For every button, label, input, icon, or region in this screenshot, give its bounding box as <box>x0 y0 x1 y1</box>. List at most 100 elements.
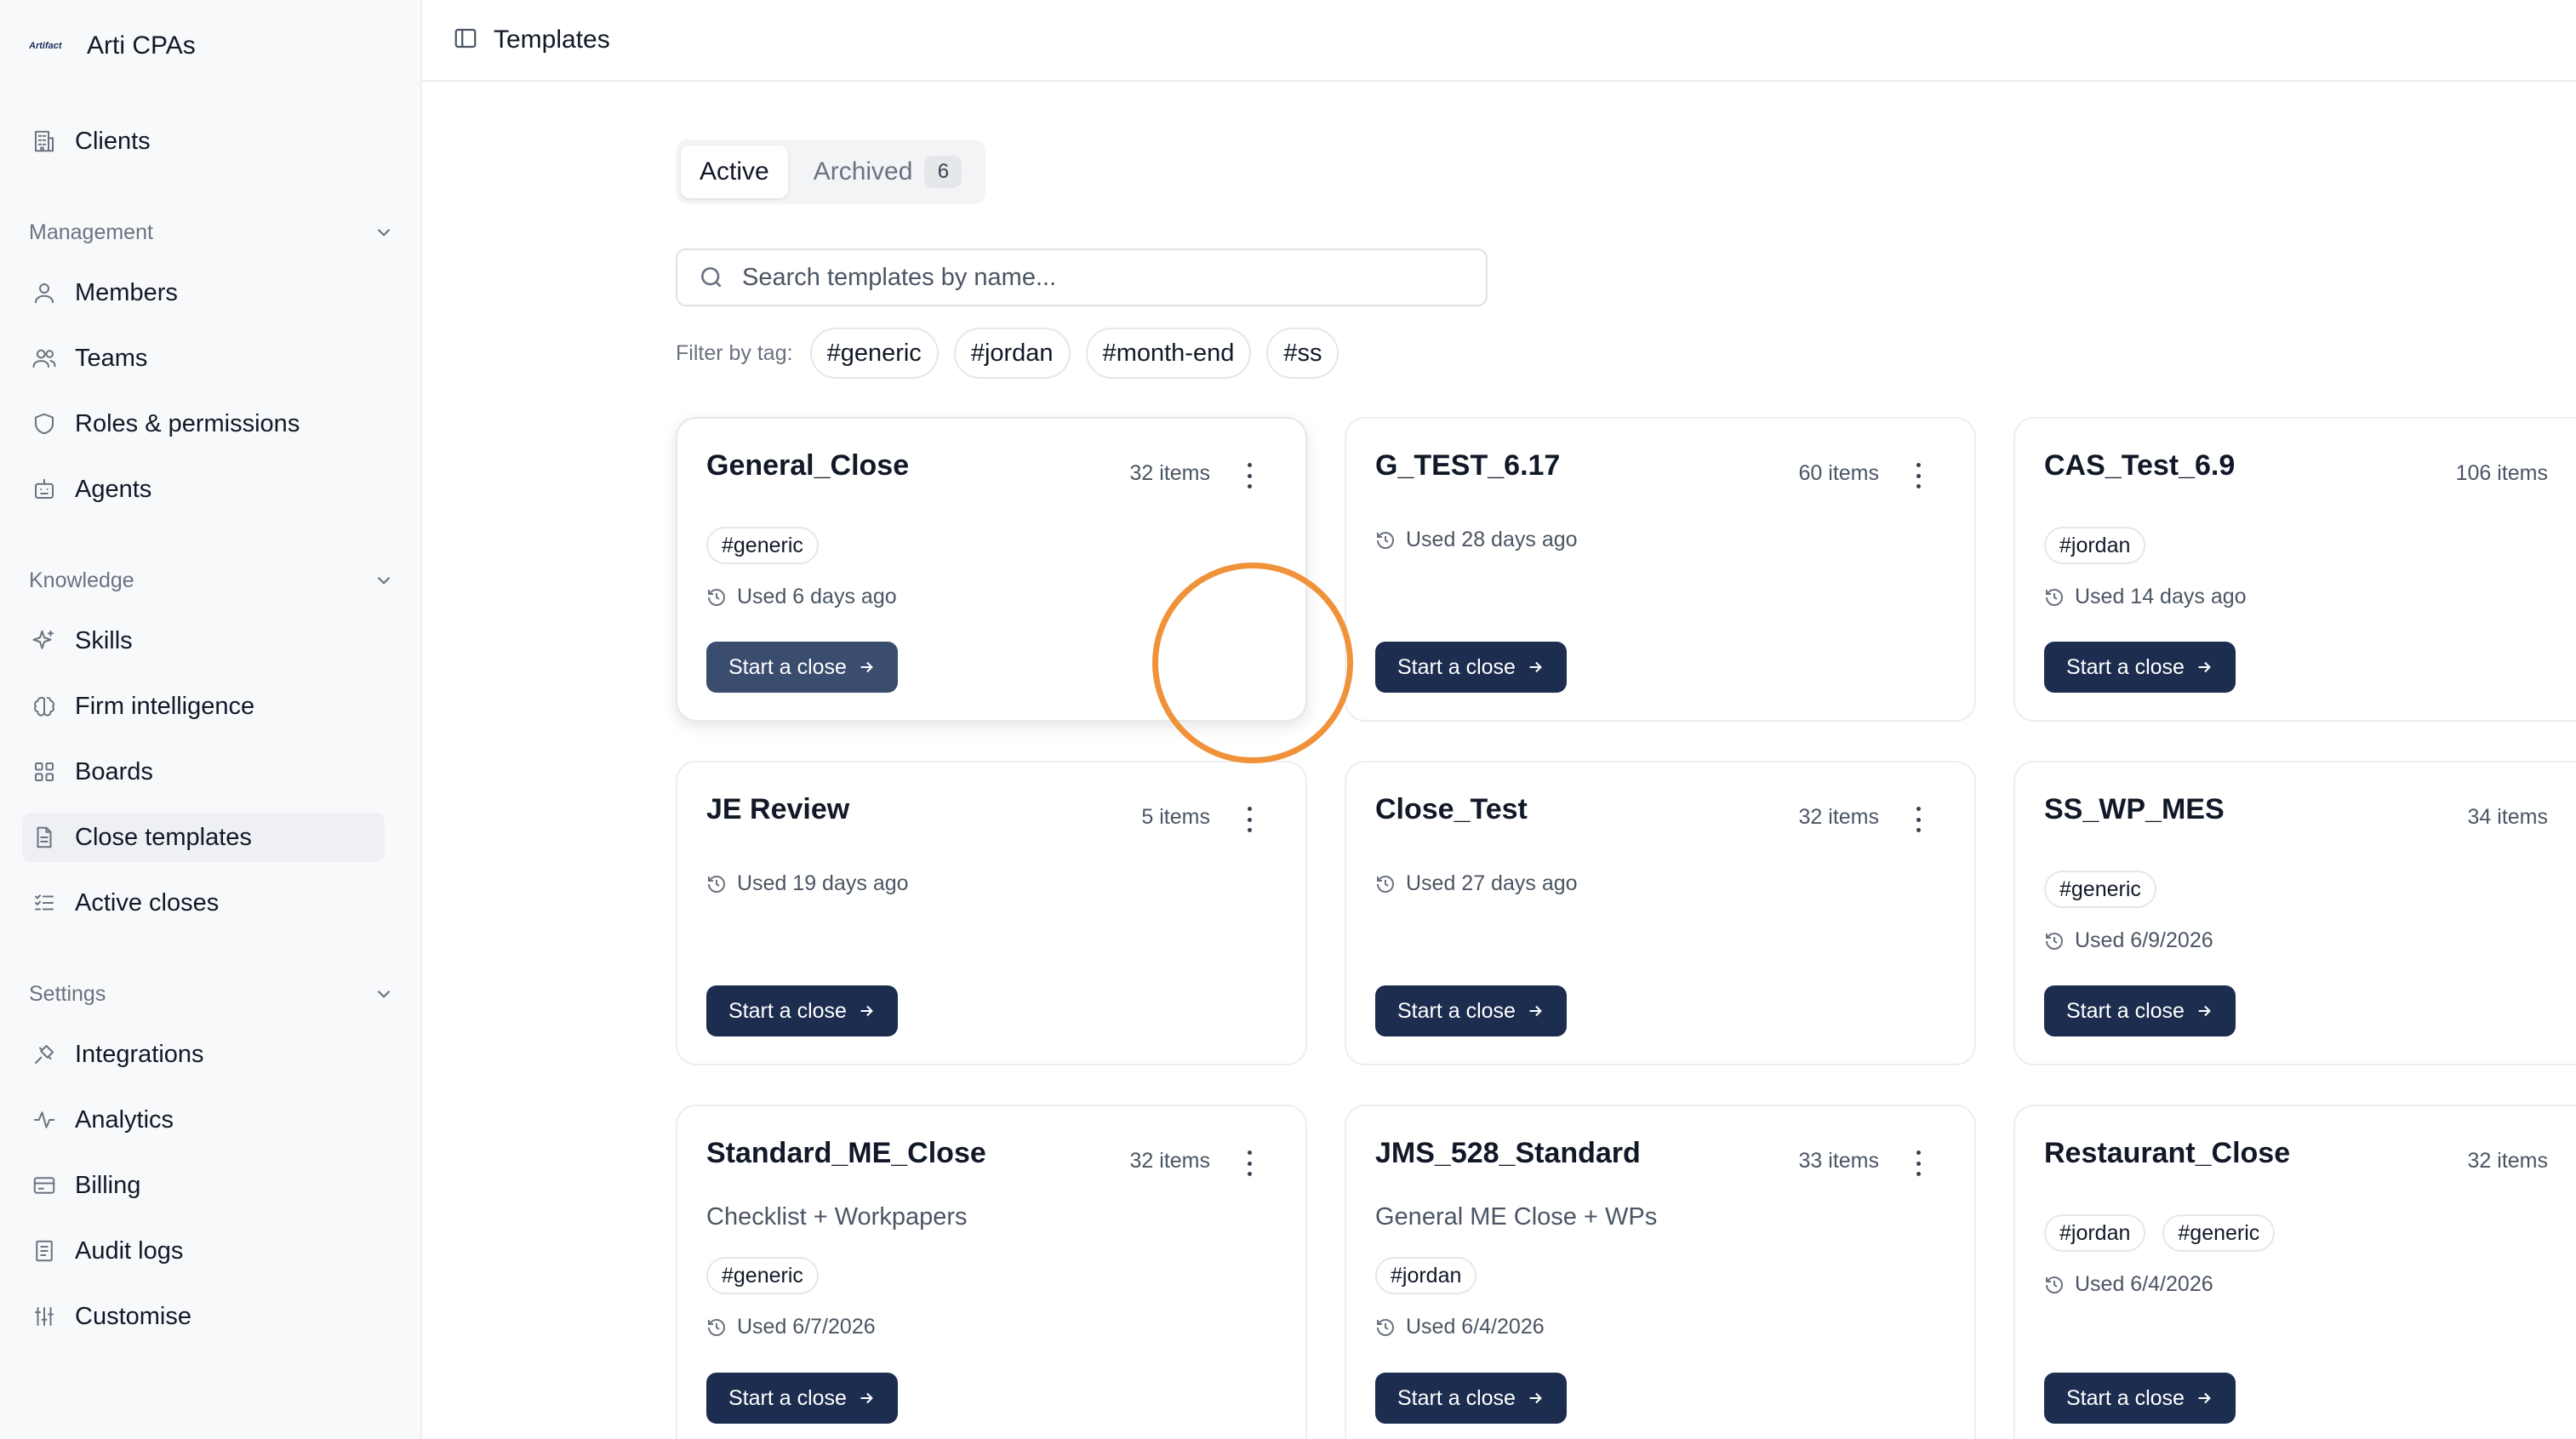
last-used: Used 27 days ago <box>1375 871 1578 896</box>
sidebar-item-clients[interactable]: Clients <box>22 117 385 166</box>
sidebar-item-members[interactable]: Members <box>22 268 385 317</box>
sidebar-toggle-icon[interactable] <box>453 26 478 55</box>
last-used-text: Used 27 days ago <box>1406 871 1578 895</box>
template-card[interactable]: JMS_528_Standard 33 items General ME Clo… <box>1345 1105 1976 1439</box>
tab-active[interactable]: Active <box>681 146 788 198</box>
item-count: 60 items <box>1798 461 1879 485</box>
sidebar-item-roles-permissions[interactable]: Roles & permissions <box>22 399 385 448</box>
start-close-button[interactable]: Start a close <box>1375 642 1567 693</box>
more-options-icon[interactable] <box>1908 1151 1928 1176</box>
more-options-icon[interactable] <box>1239 807 1259 832</box>
sidebar-item-boards[interactable]: Boards <box>22 747 385 797</box>
template-card[interactable]: CAS_Test_6.9 106 items #jordan Used 14 d… <box>2013 417 2576 722</box>
last-used-text: Used 14 days ago <box>2075 585 2247 608</box>
item-count: 33 items <box>1798 1149 1879 1173</box>
user-icon <box>31 279 58 306</box>
last-used: Used 6 days ago <box>706 585 897 609</box>
sidebar-item-skills[interactable]: Skills <box>22 616 385 665</box>
start-close-button[interactable]: Start a close <box>2044 1373 2236 1424</box>
sidebar-item-label: Billing <box>75 1171 141 1199</box>
sidebar-item-audit-logs[interactable]: Audit logs <box>22 1226 385 1276</box>
template-title: G_TEST_6.17 <box>1375 449 1561 482</box>
brand[interactable]: Artifact Arti CPAs <box>29 26 196 66</box>
history-icon <box>1377 875 1394 893</box>
arrow-right-icon <box>1529 1392 1542 1404</box>
arrow-right-icon <box>1529 661 1542 673</box>
sparkles-icon <box>31 627 58 654</box>
archived-count-badge: 6 <box>924 156 962 188</box>
status-tabs: Active Archived 6 <box>676 140 986 204</box>
sidebar-item-label: Customise <box>75 1302 191 1330</box>
card-tag: #jordan <box>1375 1257 1477 1294</box>
grid-icon <box>31 758 58 785</box>
tab-archived[interactable]: Archived 6 <box>795 146 981 198</box>
section-settings-toggle[interactable]: Settings <box>29 977 395 1011</box>
history-icon <box>1377 1318 1394 1336</box>
template-card[interactable]: General_Close 32 items #generic Used 6 d… <box>676 417 1307 722</box>
item-count: 32 items <box>2467 1149 2548 1173</box>
template-title: SS_WP_MES <box>2044 793 2225 825</box>
filter-tag-generic[interactable]: #generic <box>809 328 939 379</box>
section-management-toggle[interactable]: Management <box>29 215 395 249</box>
template-title: General_Close <box>706 449 910 482</box>
last-used-text: Used 19 days ago <box>737 871 909 895</box>
template-title: Standard_ME_Close <box>706 1137 986 1169</box>
start-close-button[interactable]: Start a close <box>2044 642 2236 693</box>
brand-name: Arti CPAs <box>87 31 196 60</box>
log-icon <box>31 1237 58 1265</box>
more-options-icon[interactable] <box>1908 463 1928 488</box>
filter-tag-month-end[interactable]: #month-end <box>1085 328 1252 379</box>
template-title: CAS_Test_6.9 <box>2044 449 2236 482</box>
template-card[interactable]: Standard_ME_Close 32 items Checklist + W… <box>676 1105 1307 1439</box>
button-label: Start a close <box>728 1385 847 1410</box>
sidebar-item-active-closes[interactable]: Active closes <box>22 878 385 928</box>
sidebar-item-customise[interactable]: Customise <box>22 1292 385 1341</box>
start-close-button[interactable]: Start a close <box>706 1373 898 1424</box>
card-tags: #generic <box>706 527 819 564</box>
card-tag: #generic <box>706 527 819 564</box>
more-options-icon[interactable] <box>1908 807 1928 832</box>
start-close-button[interactable]: Start a close <box>706 642 898 693</box>
template-card[interactable]: Close_Test 32 items Used 27 days ago Sta… <box>1345 761 1976 1065</box>
filter-tag-jordan[interactable]: #jordan <box>953 328 1071 379</box>
tab-label: Active <box>700 157 769 186</box>
arrow-right-icon <box>860 661 873 673</box>
template-card[interactable]: SS_WP_MES 34 items #generic Used 6/9/202… <box>2013 761 2576 1065</box>
button-label: Start a close <box>728 654 847 679</box>
sidebar-item-agents[interactable]: Agents <box>22 465 385 514</box>
card-tag: #generic <box>2044 871 2156 908</box>
template-card[interactable]: G_TEST_6.17 60 items Used 28 days ago St… <box>1345 417 1976 722</box>
last-used: Used 6/4/2026 <box>1375 1315 1545 1339</box>
card-tag: #jordan <box>2044 527 2146 564</box>
search-input[interactable] <box>742 263 1474 292</box>
arrow-right-icon <box>860 1005 873 1017</box>
start-close-button[interactable]: Start a close <box>2044 985 2236 1036</box>
chevron-down-icon <box>377 990 391 998</box>
sidebar-item-close-templates[interactable]: Close templates <box>22 813 385 862</box>
sidebar-item-label: Clients <box>75 127 151 155</box>
start-close-button[interactable]: Start a close <box>706 985 898 1036</box>
file-text-icon <box>31 824 58 851</box>
template-title: Close_Test <box>1375 793 1528 825</box>
sidebar-item-integrations[interactable]: Integrations <box>22 1030 385 1079</box>
item-count: 5 items <box>1141 805 1210 829</box>
more-options-icon[interactable] <box>1239 463 1259 488</box>
sidebar-item-firm-intelligence[interactable]: Firm intelligence <box>22 682 385 731</box>
sidebar-item-billing[interactable]: Billing <box>22 1161 385 1210</box>
history-icon <box>708 1318 725 1336</box>
template-card[interactable]: Restaurant_Close 32 items #jordan #generi… <box>2013 1105 2576 1439</box>
card-tag: #generic <box>706 1257 819 1294</box>
last-used-text: Used 6/9/2026 <box>2075 928 2213 952</box>
start-close-button[interactable]: Start a close <box>1375 1373 1567 1424</box>
template-description: Checklist + Workpapers <box>706 1203 968 1231</box>
section-knowledge-toggle[interactable]: Knowledge <box>29 563 395 597</box>
start-close-button[interactable]: Start a close <box>1375 985 1567 1036</box>
card-tags: #jordan #generic <box>2044 1214 2276 1252</box>
last-used-text: Used 6 days ago <box>737 585 897 608</box>
more-options-icon[interactable] <box>1239 1151 1259 1176</box>
history-icon <box>2046 1276 2063 1293</box>
sidebar-item-teams[interactable]: Teams <box>22 334 385 383</box>
sidebar-item-analytics[interactable]: Analytics <box>22 1095 385 1145</box>
filter-tag-ss[interactable]: #ss <box>1266 328 1339 379</box>
template-card[interactable]: JE Review 5 items Used 19 days ago Start… <box>676 761 1307 1065</box>
